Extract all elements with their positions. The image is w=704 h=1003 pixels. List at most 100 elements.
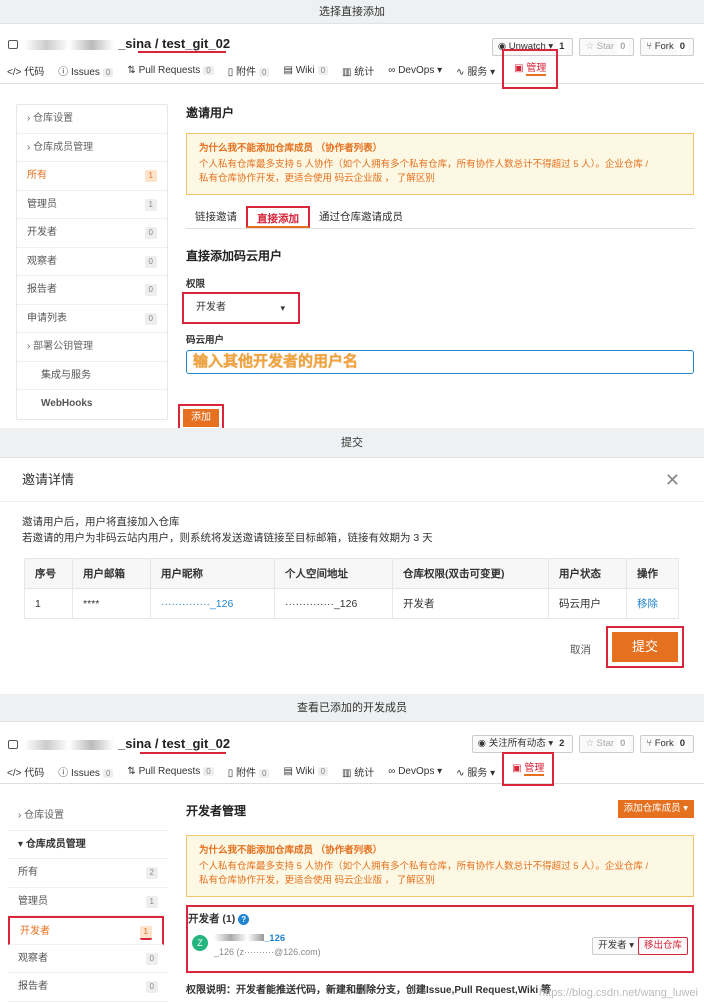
dialog-body: 邀请用户后，用户将直接加入仓库 若邀请的用户为非码云站内用户，则系统将发送邀请链… xyxy=(0,502,704,546)
col-header: 用户昵称 xyxy=(150,558,275,589)
tab-pull-requests[interactable]: ⇅ Pull Requests 0 xyxy=(120,766,220,777)
tab-issues[interactable]: ⓘ Issues 0 xyxy=(51,63,120,78)
close-icon[interactable]: ✕ xyxy=(665,458,680,502)
sidebar-item-members[interactable]: › 仓库成员管理 xyxy=(17,134,167,162)
tab-manage[interactable]: ▣ 管理 xyxy=(502,751,555,786)
sidebar-item-repo-settings[interactable]: › 仓库设置 xyxy=(17,105,167,134)
repo-owner[interactable]: _sina xyxy=(118,736,151,751)
sidebar-count: 1 xyxy=(144,170,157,182)
tab-code[interactable]: </> 代码 xyxy=(0,63,51,78)
sidebar-item-members[interactable]: ▾ 仓库成员管理 xyxy=(8,831,168,859)
tab-wiki[interactable]: ▤ Wiki 0 xyxy=(276,766,335,777)
tab-services[interactable]: ∿ 服务 ▾ xyxy=(449,63,502,78)
tab-label: 服务 xyxy=(467,768,488,779)
help-icon[interactable]: ? xyxy=(238,914,250,925)
sidebar-count: 1 xyxy=(144,198,157,211)
repo-name[interactable]: test_git_02 xyxy=(162,36,230,51)
sidebar-item-applications[interactable]: 申请列表 0 xyxy=(17,305,167,333)
tab-attachments[interactable]: ▯ 附件 0 xyxy=(221,764,277,779)
stats-icon: ▥ xyxy=(342,768,352,779)
sidebar-item-webhooks[interactable]: WebHooks xyxy=(17,390,167,419)
developer-name[interactable]: _126 xyxy=(214,933,285,944)
developer-row: Z xyxy=(192,935,208,951)
add-button[interactable]: 添加 xyxy=(183,409,219,427)
sidebar-item-all[interactable]: 所有 2 xyxy=(8,859,168,888)
tab-issues[interactable]: ⓘ Issues 0 xyxy=(51,764,120,779)
username-input[interactable]: 输入其他开发者的用户名 xyxy=(186,350,694,374)
tab-direct-add[interactable]: 直接添加 xyxy=(246,205,310,228)
tab-label: Pull Requests xyxy=(138,65,201,76)
warning-line-2[interactable]: 私有仓库协作开发，更适合使用 码云企业版 ， 了解区别 xyxy=(199,874,681,888)
sidebar-item-observers[interactable]: 观察者 0 xyxy=(8,945,168,973)
sidebar: › 仓库设置 ▾ 仓库成员管理 所有 2 管理员 1 开发者 1 观察者 0 报告者 0 xyxy=(8,802,168,1002)
sidebar-item-repo-settings[interactable]: › 仓库设置 xyxy=(8,802,168,831)
star-button[interactable]: ☆ Star 0 xyxy=(579,735,635,753)
sidebar-item-deploy-keys[interactable]: › 部署公钥管理 xyxy=(17,333,167,362)
tab-wiki[interactable]: ▤ Wiki 0 xyxy=(276,65,335,76)
tab-code[interactable]: </> 代码 xyxy=(0,764,51,779)
tab-services[interactable]: ∿ 服务 ▾ xyxy=(449,764,502,779)
tab-repo-invite[interactable]: 通过仓库邀请成员 xyxy=(310,209,412,224)
watch-all-button[interactable]: ◉ 关注所有动态 ▾ 2 xyxy=(471,735,574,753)
star-button[interactable]: ☆ Star 0 xyxy=(579,38,635,56)
remove-from-repo-button[interactable]: 移出仓库 xyxy=(637,937,688,955)
redacted-owner xyxy=(24,39,114,50)
sidebar-item-developers[interactable]: 开发者 1 xyxy=(8,916,164,945)
table-cell: 1 xyxy=(24,588,73,619)
invite-dialog: 邀请详情 ✕ 邀请用户后，用户将直接加入仓库 若邀请的用户为非码云站内用户，则系… xyxy=(0,458,704,688)
step-caption-2: 提交 xyxy=(0,428,704,458)
step-caption-1: 选择直接添加 xyxy=(0,0,704,24)
fork-label: Fork xyxy=(654,738,674,749)
repo-name[interactable]: test_git_02 xyxy=(162,736,230,751)
repo-separator: / xyxy=(154,736,159,751)
repo-separator: / xyxy=(154,36,159,51)
sidebar-item-admins[interactable]: 管理员 1 xyxy=(17,191,167,219)
table-cell[interactable]: ··············_126 xyxy=(150,588,275,619)
sidebar-item-developers[interactable]: 开发者 0 xyxy=(17,219,167,248)
submit-button[interactable]: 提交 xyxy=(612,632,678,662)
permission-select[interactable]: 开发者 xyxy=(188,298,293,318)
tab-stats[interactable]: ▥ 统计 xyxy=(335,764,381,779)
remove-link[interactable]: 移除 xyxy=(626,588,679,619)
fork-button[interactable]: ⑂ Fork 0 xyxy=(640,38,694,56)
tab-label: 代码 xyxy=(24,768,45,779)
sidebar-label: 观察者 xyxy=(18,952,48,964)
tab-count: 0 xyxy=(317,66,329,75)
watch-all-label: 关注所有动态 xyxy=(488,738,546,749)
tab-label: 统计 xyxy=(354,67,375,78)
sidebar-label: 管理员 xyxy=(27,198,57,210)
tab-label: Pull Requests xyxy=(138,766,201,777)
repo-title: _sina / test_git_02 xyxy=(8,736,230,751)
tab-devops[interactable]: ∞ DevOps ▾ xyxy=(381,65,449,76)
table-cell[interactable]: 开发者 xyxy=(392,588,549,619)
cancel-button[interactable]: 取消 xyxy=(570,642,591,657)
repo-owner[interactable]: _sina xyxy=(118,36,151,51)
sidebar-item-observers[interactable]: 观察者 0 xyxy=(17,248,167,276)
devops-icon: ∞ xyxy=(388,766,396,777)
stats-icon: ▥ xyxy=(342,67,352,78)
dialog-title: 邀请详情 xyxy=(22,472,75,487)
tab-manage[interactable]: ▣ 管理 xyxy=(502,48,559,89)
fork-button[interactable]: ⑂ Fork 0 xyxy=(640,735,694,753)
sidebar-item-reporters[interactable]: 报告者 0 xyxy=(8,973,168,1002)
sidebar-item-admins[interactable]: 管理员 1 xyxy=(8,888,168,916)
tab-label: DevOps xyxy=(398,766,435,777)
sidebar-label: WebHooks xyxy=(41,398,93,409)
warning-line-2[interactable]: 私有仓库协作开发，更适合使用 码云企业版 ， 了解区别 xyxy=(199,172,681,186)
repo-tabs: </> 代码 ⓘ Issues 0 ⇅ Pull Requests 0 ▯ 附件 0 … xyxy=(0,48,704,89)
sidebar-count: 0 xyxy=(144,284,157,296)
tab-stats[interactable]: ▥ 统计 xyxy=(335,63,381,78)
tab-pull-requests[interactable]: ⇅ Pull Requests 0 xyxy=(120,65,220,76)
warning-title[interactable]: 为什么我不能添加仓库成员 （协作者列表） xyxy=(199,844,681,858)
repo-header: _sina / test_git_02 ◉ Unwatch ▾ 1 ☆ Star 0… xyxy=(0,24,704,56)
tab-link-invite[interactable]: 链接邀请 xyxy=(186,209,246,224)
tab-devops[interactable]: ∞ DevOps ▾ xyxy=(381,766,449,777)
tab-attachments[interactable]: ▯ 附件 0 xyxy=(221,63,277,78)
pull-request-icon: ⇅ xyxy=(127,65,136,76)
add-member-button[interactable]: 添加仓库成员 ▾ xyxy=(617,800,694,818)
sidebar-item-all[interactable]: 所有 1 xyxy=(17,162,167,191)
sidebar-item-integrations[interactable]: 集成与服务 xyxy=(17,362,167,390)
sidebar-item-reporters[interactable]: 报告者 0 xyxy=(17,276,167,305)
role-select[interactable]: 开发者 ▾ xyxy=(592,937,640,955)
warning-title[interactable]: 为什么我不能添加仓库成员 （协作者列表） xyxy=(199,142,681,156)
